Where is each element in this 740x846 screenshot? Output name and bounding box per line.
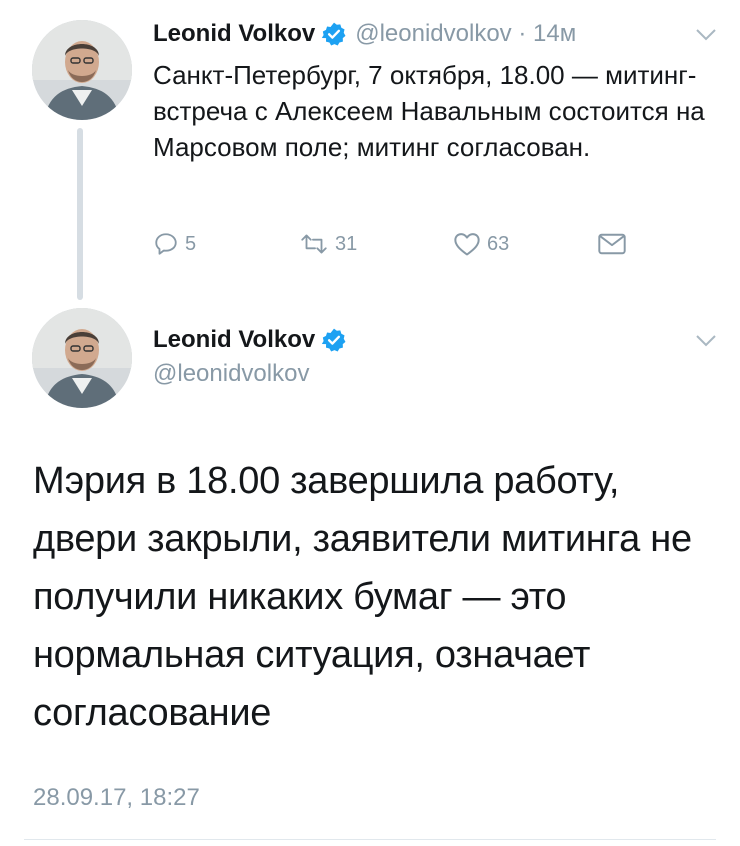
tweet-header: Leonid Volkov @leonidvolkov <box>153 322 347 388</box>
reply-count: 5 <box>185 232 197 255</box>
tweet-timestamp: 28.09.17, 18:27 <box>33 784 200 811</box>
avatar[interactable] <box>32 308 132 408</box>
avatar-photo <box>32 308 132 408</box>
tweet-text: Санкт-Петербург, 7 октября, 18.00 — мити… <box>153 60 705 162</box>
reply-icon <box>155 233 177 255</box>
like-count: 63 <box>487 232 510 255</box>
reply-button[interactable]: 5 <box>153 226 196 262</box>
divider <box>24 839 716 840</box>
retweet-button[interactable]: 31 <box>299 226 357 262</box>
verified-badge-icon <box>322 22 346 46</box>
direct-message-button[interactable] <box>597 226 633 262</box>
handle-and-time[interactable]: @leonidvolkov · 14м <box>355 20 576 48</box>
author-name[interactable]: Leonid Volkov <box>153 326 315 354</box>
like-icon <box>454 233 480 256</box>
tweet-actions: 5 31 63 <box>153 226 653 262</box>
tweet-header: Leonid Volkov @leonidvolkov · 14м <box>153 14 576 54</box>
avatar[interactable] <box>32 20 132 120</box>
verified-badge-icon <box>322 328 346 352</box>
tweet-2[interactable]: Leonid Volkov @leonidvolkov Мэрия в 18.0… <box>0 300 740 846</box>
thread-connector-line <box>77 128 83 300</box>
like-button[interactable]: 63 <box>453 226 509 262</box>
tweet-1[interactable]: Leonid Volkov @leonidvolkov · 14м Санкт-… <box>0 0 740 300</box>
author-handle[interactable]: @leonidvolkov <box>153 360 347 388</box>
chevron-down-icon[interactable] <box>695 334 717 348</box>
chevron-down-icon[interactable] <box>695 28 717 42</box>
avatar-photo <box>32 20 132 120</box>
retweet-icon <box>301 234 327 254</box>
tweet-text: Мэрия в 18.00 завершила работу, двери за… <box>33 460 692 734</box>
direct-message-icon <box>598 233 626 255</box>
author-name[interactable]: Leonid Volkov <box>153 20 315 48</box>
retweet-count: 31 <box>335 232 358 255</box>
